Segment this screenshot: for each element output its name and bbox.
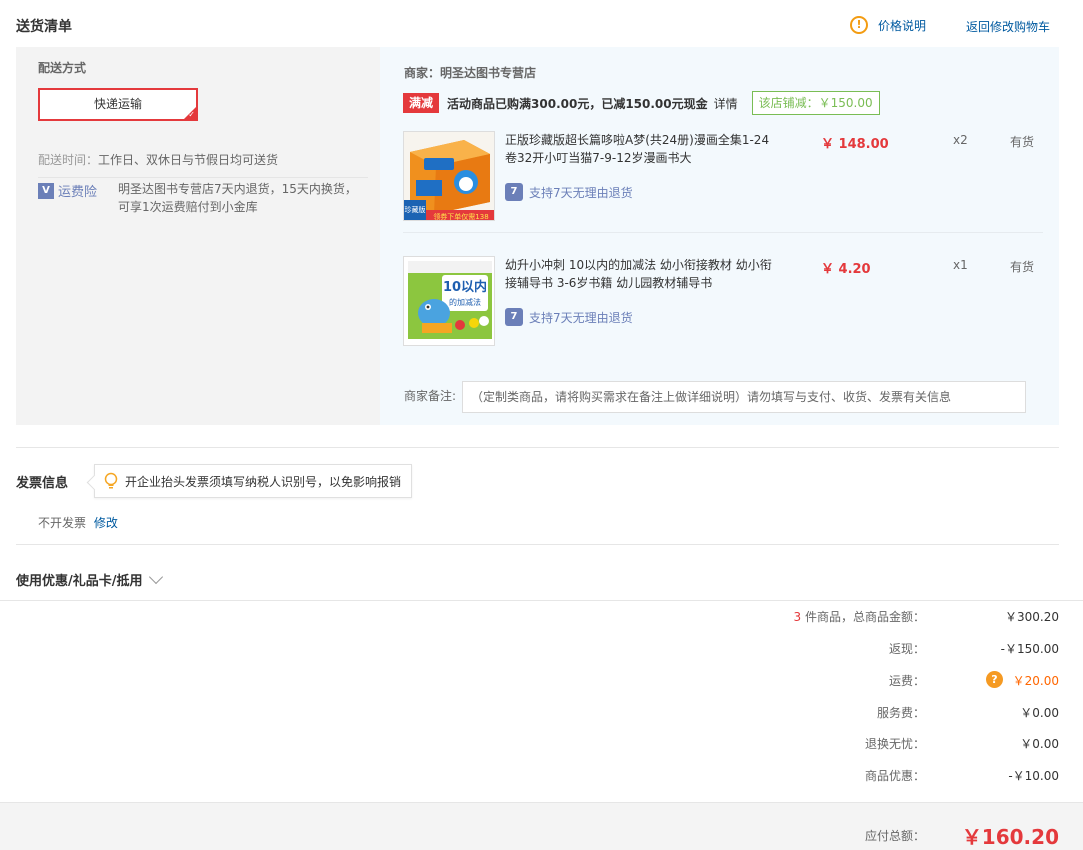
product-image[interactable]: 珍藏版 领券下单仅需138 — [403, 131, 495, 221]
divider — [38, 177, 368, 178]
payable-total-bar: 应付总额： ￥160.20 — [0, 802, 1083, 850]
product-price: ￥ 4.20 — [821, 262, 871, 277]
doraemon-box-image: 珍藏版 领券下单仅需138 — [404, 132, 494, 221]
worry-free-label: 退换无忧： — [864, 737, 925, 751]
invoice-status-text: 不开发票 — [38, 516, 87, 530]
divider — [16, 544, 1059, 545]
discount-value: -￥10.00 — [1008, 769, 1059, 783]
insurance-icon: V — [38, 182, 54, 199]
back-to-cart-link[interactable]: 返回修改购物车 — [966, 18, 1050, 35]
product-divider — [403, 232, 1043, 233]
exclamation-icon: ! — [850, 16, 868, 34]
delivery-time-value: 工作日、双休日与节假日均可送货 — [98, 153, 279, 167]
delivery-list-header: 送货清单 ! 价格说明 返回修改购物车 — [16, 14, 1066, 38]
coupon-toggle[interactable]: 使用优惠/礼品卡/抵用 — [16, 569, 163, 589]
invoice-status: 不开发票 修改 — [38, 514, 118, 531]
shipping-method-label: 配送方式 — [38, 61, 87, 75]
invoice-tip-text: 开企业抬头发票须填写纳税人识别号，以免影响报销 — [125, 474, 402, 489]
checkmark-icon: ✓ — [188, 110, 195, 119]
merchant-remark: 商家备注: （定制类商品，请将购买需求在备注上做详细说明）请勿填写与支付、收货、… — [404, 381, 1027, 413]
cashback-value: -￥150.00 — [1000, 642, 1059, 656]
promotion-row: 满减 活动商品已购满300.00元，已减150.00元现金 详情 该店铺减：￥1… — [403, 91, 880, 115]
summary-row-shipping: 运费： ? ￥20.00 — [0, 671, 1083, 692]
worry-free-value: ￥0.00 — [1020, 737, 1059, 751]
divider — [16, 447, 1059, 448]
product-item: 10以内 的加减法 幼升小冲刺 10以内的加减法 幼小衔接教材 幼小衔接辅导书 … — [403, 256, 1043, 348]
shipping-fee-value: ￥20.00 — [1012, 674, 1059, 688]
payable-value: ￥160.20 — [961, 825, 1059, 849]
divider — [0, 600, 1083, 601]
shipping-section: 配送方式 快递运输 ✓ 配送时间：工作日、双休日与节假日均可送货 V 运费险 明… — [16, 47, 1059, 425]
product-image[interactable]: 10以内 的加减法 — [403, 256, 495, 346]
seven-day-return-icon: 7 — [505, 308, 523, 326]
summary-row-worry-free: 退换无忧： ￥0.00 — [0, 735, 1083, 755]
product-stock: 有货 — [1010, 135, 1035, 149]
item-count: 3 — [793, 610, 802, 624]
summary-row-discount: 商品优惠： -￥10.00 — [0, 767, 1083, 787]
price-help-label[interactable]: 价格说明 — [878, 17, 926, 34]
merchant-name: 商家：明圣达图书专营店 — [404, 66, 537, 80]
return-policy-label: 支持7天无理由退货 — [529, 310, 633, 325]
math-workbook-image: 10以内 的加减法 — [404, 257, 494, 345]
total-goods-value: ￥300.20 — [1005, 610, 1059, 624]
shipping-insurance[interactable]: V 运费险 — [38, 181, 97, 200]
cashback-label: 返现： — [888, 642, 925, 656]
invoice-edit-link[interactable]: 修改 — [94, 516, 118, 530]
return-policy-label: 支持7天无理由退货 — [529, 185, 633, 200]
lightbulb-icon — [104, 472, 118, 489]
summary-row-total-goods: 3 件商品，总商品金额： ￥300.20 — [0, 608, 1083, 628]
summary-row-service: 服务费： ￥0.00 — [0, 704, 1083, 724]
delivery-time: 配送时间：工作日、双休日与节假日均可送货 — [38, 151, 278, 168]
total-goods-label: 3 件商品，总商品金额： — [794, 608, 925, 625]
insurance-description: 明圣达图书专营店7天内退货，15天内换货，可享1次运费赔付到小金库 — [118, 182, 357, 214]
payable-label: 应付总额： — [864, 829, 925, 843]
product-quantity: x2 — [953, 133, 968, 147]
item-count-suffix: 件商品，总商品金额： — [804, 610, 925, 624]
chevron-down-icon — [148, 569, 163, 584]
shop-discount-badge: 该店铺减：￥150.00 — [751, 91, 880, 115]
shipping-options: 配送方式 快递运输 ✓ 配送时间：工作日、双休日与节假日均可送货 V 运费险 明… — [16, 47, 380, 425]
image-title-text-2: 的加减法 — [449, 297, 481, 307]
return-policy: 7 支持7天无理由退货 — [505, 308, 633, 326]
remark-input[interactable]: （定制类商品，请将购买需求在备注上做详细说明）请勿填写与支付、收货、发票有关信息 — [462, 381, 1027, 413]
return-policy: 7 支持7天无理由退货 — [505, 183, 633, 201]
product-quantity: x1 — [953, 258, 968, 272]
coupon-label: 使用优惠/礼品卡/抵用 — [16, 574, 143, 589]
express-shipping-button[interactable]: 快递运输 ✓ — [38, 88, 198, 121]
product-name[interactable]: 正版珍藏版超长篇哆啦A梦(共24册)漫画全集1-24卷32开小叮当猫7-9-12… — [505, 131, 775, 167]
product-item: 珍藏版 领券下单仅需138 正版珍藏版超长篇哆啦A梦(共24册)漫画全集1-24… — [403, 131, 1043, 233]
promo-detail-link[interactable]: 详情 — [714, 95, 738, 112]
store-order-panel: 商家：明圣达图书专营店 满减 活动商品已购满300.00元，已减150.00元现… — [380, 47, 1059, 425]
insurance-label[interactable]: 运费险 — [58, 181, 97, 200]
product-stock: 有货 — [1010, 260, 1035, 274]
express-shipping-label: 快递运输 — [93, 97, 142, 111]
delivery-time-label: 配送时间： — [38, 153, 99, 167]
discount-label: 商品优惠： — [864, 769, 925, 783]
page-title: 送货清单 — [16, 19, 72, 35]
question-icon[interactable]: ? — [986, 671, 1003, 688]
service-fee-value: ￥0.00 — [1020, 706, 1059, 720]
remark-label: 商家备注: — [404, 389, 457, 403]
invoice-title: 发票信息 — [16, 476, 69, 491]
image-title-text-1: 10以内 — [443, 279, 487, 295]
seven-day-return-icon: 7 — [505, 183, 523, 201]
service-fee-label: 服务费： — [876, 706, 925, 720]
summary-row-cashback: 返现： -￥150.00 — [0, 640, 1083, 660]
promo-text: 活动商品已购满300.00元，已减150.00元现金 — [447, 96, 708, 111]
image-banner-text: 领券下单仅需138 — [433, 212, 488, 221]
product-price: ￥ 148.00 — [821, 137, 889, 152]
shipping-fee-label: 运费： — [888, 674, 925, 688]
product-name[interactable]: 幼升小冲刺 10以内的加减法 幼小衔接教材 幼小衔接辅导书 3-6岁书籍 幼儿园… — [505, 256, 775, 292]
invoice-tip: 开企业抬头发票须填写纳税人识别号，以免影响报销 — [94, 464, 413, 498]
price-help-link[interactable]: ! 价格说明 — [850, 16, 926, 34]
image-badge-text: 珍藏版 — [405, 205, 426, 214]
promo-tag: 满减 — [403, 93, 440, 113]
